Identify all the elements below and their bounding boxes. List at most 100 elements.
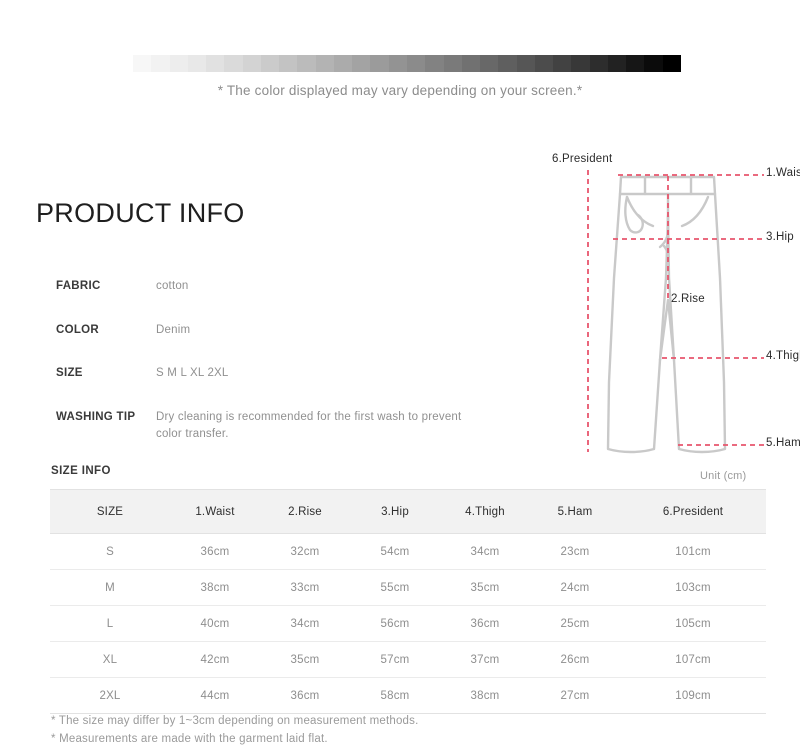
cell-president: 109cm	[620, 677, 766, 714]
size-table-header-row: SIZE 1.Waist 2.Rise 3.Hip 4.Thigh 5.Ham …	[50, 489, 766, 534]
pants-outline	[606, 175, 727, 454]
color-swatch-7	[260, 55, 280, 72]
color-swatch-23	[553, 55, 572, 72]
spec-row-color: COLOR Denim	[56, 322, 476, 366]
cell-president: 103cm	[620, 569, 766, 606]
cell-president: 101cm	[620, 533, 766, 570]
color-swatch-16	[425, 55, 444, 72]
footnote-size-tolerance: * The size may differ by 1~3cm depending…	[51, 715, 419, 727]
color-swatch-5	[224, 55, 243, 72]
cell-waist: 40cm	[170, 605, 260, 642]
cell-hip: 54cm	[350, 533, 440, 570]
color-swatch-11	[333, 55, 353, 72]
spec-row-washing-tip: WASHING TIP Dry cleaning is recommended …	[56, 409, 476, 442]
table-row: XL 42cm 35cm 57cm 37cm 26cm 107cm	[50, 641, 766, 678]
cell-rise: 33cm	[260, 569, 350, 606]
color-swatch-20	[498, 55, 517, 72]
cell-waist: 44cm	[170, 677, 260, 714]
cell-thigh: 36cm	[440, 605, 530, 642]
color-swatch-28	[644, 55, 663, 72]
page-title: PRODUCT INFO	[36, 198, 245, 228]
cell-rise: 34cm	[260, 605, 350, 642]
cell-size: L	[50, 605, 170, 642]
color-swatch-21	[516, 55, 535, 72]
cell-rise: 35cm	[260, 641, 350, 678]
color-swatch-15	[406, 55, 426, 72]
cell-ham: 23cm	[530, 533, 620, 570]
spec-key-size: SIZE	[56, 367, 83, 380]
cell-rise: 32cm	[260, 533, 350, 570]
color-swatch-29	[662, 55, 681, 72]
spec-key-washing-tip: WASHING TIP	[56, 411, 136, 424]
column-header-thigh: 4.Thigh	[440, 489, 530, 534]
color-swatch-26	[607, 55, 627, 72]
color-swatch-22	[534, 55, 554, 72]
cell-waist: 36cm	[170, 533, 260, 570]
footnotes: * The size may differ by 1~3cm depending…	[51, 712, 418, 748]
cell-thigh: 38cm	[440, 677, 530, 714]
table-row: L 40cm 34cm 56cm 36cm 25cm 105cm	[50, 605, 766, 642]
label-ham: 5.Ham	[766, 437, 800, 449]
cell-hip: 56cm	[350, 605, 440, 642]
color-swatch-18	[461, 55, 481, 72]
pants-illustration	[587, 170, 764, 454]
color-swatch-27	[626, 55, 645, 72]
cell-ham: 25cm	[530, 605, 620, 642]
color-swatch-9	[297, 55, 316, 72]
spec-value-size: S M L XL 2XL	[156, 367, 229, 380]
cell-waist: 42cm	[170, 641, 260, 678]
table-row: M 38cm 33cm 55cm 35cm 24cm 103cm	[50, 569, 766, 606]
cell-size: XL	[50, 641, 170, 678]
cell-president: 107cm	[620, 641, 766, 678]
unit-label: Unit (cm)	[700, 470, 747, 482]
color-swatch-6	[242, 55, 261, 72]
color-gradient-strip	[133, 55, 681, 72]
column-header-hip: 3.Hip	[350, 489, 440, 534]
cell-ham: 24cm	[530, 569, 620, 606]
label-hip: 3.Hip	[766, 231, 794, 243]
spec-value-fabric: cotton	[156, 280, 189, 292]
product-spec-table: FABRIC cotton COLOR Denim SIZE S M L XL …	[56, 278, 476, 442]
spec-row-fabric: FABRIC cotton	[56, 278, 476, 322]
column-header-rise: 2.Rise	[260, 489, 350, 534]
cell-president: 105cm	[620, 605, 766, 642]
table-row: 2XL 44cm 36cm 58cm 38cm 27cm 109cm	[50, 677, 766, 714]
column-header-waist: 1.Waist	[170, 489, 260, 534]
column-header-president: 6.President	[620, 489, 766, 534]
color-swatch-3	[187, 55, 207, 72]
pants-measurement-diagram: 6.President 1.Waist 3.Hip 2.Rise 4.Thigh…	[552, 150, 800, 480]
cell-waist: 38cm	[170, 569, 260, 606]
cell-thigh: 34cm	[440, 533, 530, 570]
color-swatch-13	[370, 55, 389, 72]
size-info-heading: SIZE INFO	[51, 465, 111, 477]
color-swatch-1	[151, 55, 170, 72]
cell-size: 2XL	[50, 677, 170, 714]
cell-hip: 55cm	[350, 569, 440, 606]
label-president: 6.President	[552, 153, 613, 165]
color-swatch-19	[480, 55, 499, 72]
table-row: S 36cm 32cm 54cm 34cm 23cm 101cm	[50, 533, 766, 570]
color-swatch-4	[206, 55, 225, 72]
cell-size: M	[50, 569, 170, 606]
cell-hip: 58cm	[350, 677, 440, 714]
column-header-ham: 5.Ham	[530, 489, 620, 534]
color-swatch-8	[279, 55, 298, 72]
label-thigh: 4.Thigh	[766, 350, 800, 362]
color-swatch-14	[388, 55, 407, 72]
cell-ham: 27cm	[530, 677, 620, 714]
label-rise: 2.Rise	[671, 293, 705, 305]
size-chart-table: SIZE 1.Waist 2.Rise 3.Hip 4.Thigh 5.Ham …	[50, 489, 766, 714]
spec-key-fabric: FABRIC	[56, 280, 101, 292]
cell-thigh: 35cm	[440, 569, 530, 606]
color-swatch-2	[169, 55, 188, 72]
footnote-laid-flat: * Measurements are made with the garment…	[51, 733, 328, 745]
cell-rise: 36cm	[260, 677, 350, 714]
spec-value-washing-tip: Dry cleaning is recommended for the firs…	[156, 411, 462, 440]
cell-ham: 26cm	[530, 641, 620, 678]
color-swatch-17	[443, 55, 462, 72]
color-swatch-12	[352, 55, 371, 72]
column-header-size: SIZE	[50, 489, 170, 534]
spec-value-color: Denim	[156, 323, 191, 336]
color-swatch-0	[133, 55, 152, 72]
spec-row-size: SIZE S M L XL 2XL	[56, 365, 476, 409]
